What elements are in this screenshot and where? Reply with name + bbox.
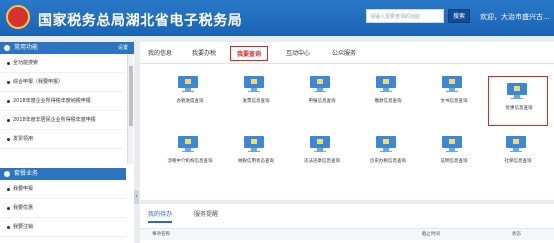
query-item-documents[interactable]: 文书信息查询: [424, 70, 484, 120]
site-title: 国家税务总局湖北省电子税务局: [38, 13, 243, 29]
main-tabs: 我的信息 我要办税 我要查询 互动中心 公众服务: [140, 42, 554, 64]
query-item-social-security[interactable]: 社保信息查询: [488, 130, 548, 180]
tab-public-service[interactable]: 公众服务: [332, 48, 356, 57]
query-item-violation[interactable]: 违法违章信息查询: [292, 130, 352, 180]
sidebar: 常用功能 设置 全功能搜索 综合申报（我要申报） 2018年度企业所得税年度纳税…: [0, 42, 134, 243]
sidebar-collapse-arrow-icon[interactable]: ‹: [134, 190, 139, 204]
monitor-icon: [506, 136, 526, 152]
tab-query[interactable]: 我要查询: [230, 46, 269, 61]
sidebar-item-apply[interactable]: 我要申报: [0, 180, 126, 199]
sidebar-item-preferential[interactable]: 我要优惠: [0, 199, 126, 218]
monitor-icon: [178, 136, 198, 152]
query-item-progress[interactable]: 办税进度查询: [160, 70, 220, 120]
monitor-icon: [310, 136, 330, 152]
tab-tax-handling[interactable]: 我要办税: [192, 48, 216, 57]
tax-emblem-logo: [6, 5, 30, 29]
search-input[interactable]: 请输入需要查询的功能: [366, 9, 444, 23]
monitor-icon: [244, 136, 264, 152]
query-item-preferential[interactable]: 优惠信息查询: [488, 76, 548, 126]
query-item-intermediary[interactable]: 涉税中介机构信息查询: [160, 130, 220, 180]
sidebar-item-declare[interactable]: 综合申报（我要申报）: [0, 73, 126, 92]
query-item-certificate[interactable]: 证明信息查询: [424, 130, 484, 180]
query-item-invoice[interactable]: 发票信息查询: [226, 70, 286, 120]
tab-my-todo[interactable]: 我的待办: [148, 209, 173, 223]
search-button[interactable]: 搜索: [448, 9, 470, 23]
settings-link[interactable]: 设置: [118, 42, 128, 54]
sidebar-item-search[interactable]: 全功能搜索: [0, 54, 126, 73]
site-header: 国家税务总局湖北省电子税务局 请输入需要查询的功能 搜索 欢迎，大治市盛兴古…: [0, 0, 554, 36]
query-item-payment[interactable]: 缴款信息查询: [358, 70, 418, 120]
tab-service-reminder[interactable]: 服务提醒: [194, 209, 218, 218]
welcome-text: 欢迎，大治市盛兴古…: [480, 13, 550, 21]
monitor-icon: [310, 76, 330, 92]
tab-my-info[interactable]: 我的信息: [148, 48, 172, 57]
common-functions-title: 常用功能: [14, 44, 39, 51]
monitor-icon: [442, 136, 462, 152]
todo-panel: 我的待办 服务提醒 事项名称 截止时间 状态: [140, 204, 554, 243]
column-status: 状态: [512, 232, 521, 237]
query-item-credit[interactable]: 纳税信用状态查询: [226, 130, 286, 180]
sidebar-item-income-tax-2018[interactable]: 2018年度企业所得税年度纳税申报: [0, 92, 126, 111]
column-deadline: 截止时间: [422, 232, 440, 237]
common-functions-header: 常用功能 设置: [0, 42, 134, 54]
column-item-name: 事项名称: [152, 232, 170, 237]
package-business-header: 套餐业务: [0, 168, 126, 180]
monitor-icon: [244, 76, 264, 92]
sidebar-item-deregister[interactable]: 我要注销: [0, 218, 126, 237]
monitor-icon: [376, 76, 396, 92]
query-item-history[interactable]: 历史办税信息查询: [358, 130, 418, 180]
sidebar-item-invoice[interactable]: 发票领用: [0, 130, 126, 149]
monitor-icon: [376, 136, 396, 152]
monitor-icon: [178, 76, 198, 92]
sidebar-item-nonresident-2018[interactable]: 2018年度非居民企业所得税年度申报: [0, 111, 126, 130]
sidebar-scrollbar[interactable]: [127, 54, 133, 164]
package-icon: [4, 171, 10, 177]
query-item-declaration[interactable]: 申报信息查询: [292, 70, 352, 120]
main-panel: 我的信息 我要办税 我要查询 互动中心 公众服务 办税进度查询 发票信息查询 申…: [140, 42, 554, 200]
todo-table-header: 事项名称 截止时间 状态: [140, 228, 554, 240]
tab-interaction[interactable]: 互动中心: [286, 48, 310, 57]
monitor-icon: [507, 83, 527, 99]
package-business-title: 套餐业务: [14, 170, 39, 177]
monitor-icon: [442, 76, 462, 92]
scroll-thumb[interactable]: [129, 66, 133, 126]
star-icon: [4, 45, 10, 51]
